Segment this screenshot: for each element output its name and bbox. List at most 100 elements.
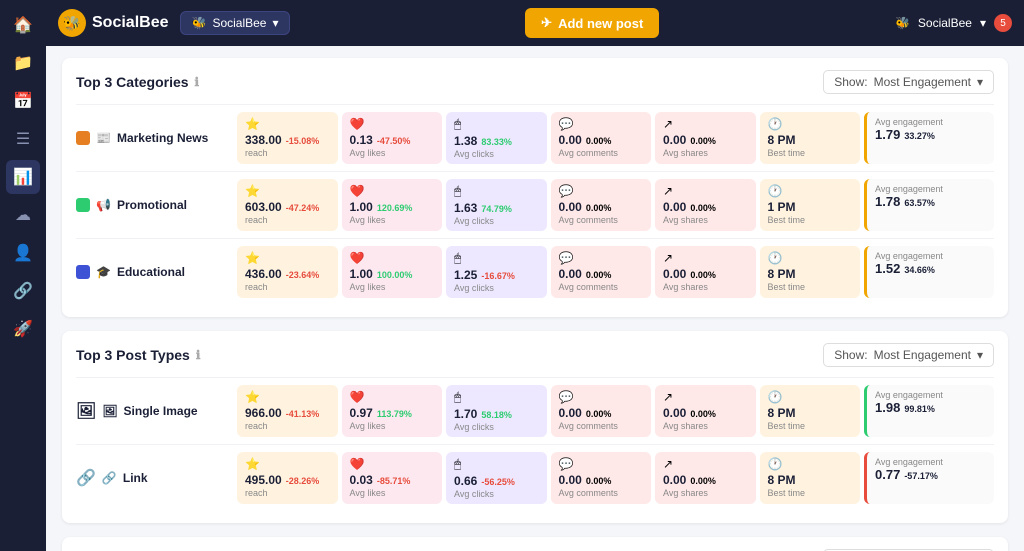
metric-value: 0.00 <box>559 267 582 281</box>
metric-label: Avg clicks <box>454 489 539 499</box>
avg-engagement-label: Avg engagement <box>875 457 986 467</box>
content-area: Top 3 Categories ℹ Show: Most Engagement… <box>46 46 1024 551</box>
category-icon: 🎓 <box>96 265 111 279</box>
category-color <box>76 131 90 145</box>
sidebar-item-home[interactable]: 🏠 <box>6 8 40 42</box>
info-icon-post-types[interactable]: ℹ <box>196 348 201 362</box>
metric-cell: 🖱 1.25 -16.67% Avg clicks <box>446 246 547 298</box>
metric-label: Avg clicks <box>454 149 539 159</box>
row-name: Single Image <box>124 404 198 418</box>
categories-rows: 📰 Marketing News ⭐ 338.00 -15.08% reach … <box>76 104 994 305</box>
metric-cell: 🕐 8 PM Best time <box>760 246 861 298</box>
top3-post-types-section: Top 3 Post Types ℹ Show: Most Engagement… <box>62 331 1008 523</box>
metric-label: Avg comments <box>559 148 644 158</box>
metric-cell: ↗ 0.00 0.00% Avg shares <box>655 385 756 437</box>
categories-header: Top 3 Categories ℹ Show: Most Engagement… <box>76 70 994 94</box>
sidebar-item-folders[interactable]: 📁 <box>6 46 40 80</box>
metric-icon: 🖱 <box>454 390 539 405</box>
metric-change: 120.69% <box>377 203 413 213</box>
bee-logo: 🐝 <box>58 9 86 37</box>
avg-engagement-pct: 34.66% <box>904 265 935 275</box>
metric-value: 338.00 <box>245 133 282 147</box>
sidebar-item-users[interactable]: 👤 <box>6 236 40 270</box>
bee-icon-user: 🐝 <box>895 16 910 30</box>
metric-cell: 🕐 8 PM Best time <box>760 385 861 437</box>
metric-icon: ⭐ <box>245 390 330 404</box>
metric-cell: ❤️ 0.13 -47.50% Avg likes <box>342 112 443 164</box>
bee-icon-small: 🐝 <box>191 16 206 30</box>
metric-cell: 🕐 8 PM Best time <box>760 112 861 164</box>
show-value: Most Engagement <box>874 75 971 89</box>
navbar: 🐝 SocialBee 🐝 SocialBee ▾ ✈ Add new post… <box>46 0 1024 46</box>
avg-engagement-value: 1.78 63.57% <box>875 194 986 209</box>
metric-change: 0.00% <box>690 270 716 280</box>
account-name: SocialBee <box>212 16 266 30</box>
info-icon-categories[interactable]: ℹ <box>195 75 200 89</box>
post-type-icon: 🖼 <box>76 401 96 421</box>
categories-show-selector[interactable]: Show: Most Engagement ▾ <box>823 70 994 94</box>
sidebar-item-list[interactable]: ☰ <box>6 122 40 156</box>
metric-icon: ↗ <box>663 390 748 404</box>
metric-change: 0.00% <box>690 203 716 213</box>
metric-value: 1.38 <box>454 134 477 148</box>
account-selector[interactable]: 🐝 SocialBee ▾ <box>180 11 289 35</box>
metric-change: -56.25% <box>481 477 515 487</box>
data-row: 🎓 Educational ⭐ 436.00 -23.64% reach ❤️ … <box>76 238 994 305</box>
sidebar-item-link[interactable]: 🔗 <box>6 274 40 308</box>
notification-badge[interactable]: 5 <box>994 14 1012 32</box>
metric-value: 0.00 <box>663 267 686 281</box>
chevron-down-icon: ▾ <box>272 16 278 30</box>
metric-label: Avg comments <box>559 488 644 498</box>
notification-count: 5 <box>1000 18 1006 29</box>
metric-cell: ↗ 0.00 0.00% Avg shares <box>655 179 756 231</box>
metric-label: reach <box>245 421 330 431</box>
metric-value: 0.66 <box>454 474 477 488</box>
metric-label: Avg likes <box>350 282 435 292</box>
category-color <box>76 265 90 279</box>
metric-value: 0.00 <box>663 133 686 147</box>
metric-icon: ⭐ <box>245 457 330 471</box>
sidebar-item-rocket[interactable]: 🚀 <box>6 312 40 346</box>
metric-label: Avg likes <box>350 421 435 431</box>
metric-icon: ⭐ <box>245 251 330 265</box>
metric-cell: 💬 0.00 0.00% Avg comments <box>551 452 652 504</box>
sidebar-item-analytics[interactable]: 📊 <box>6 160 40 194</box>
metric-icon: ↗ <box>663 117 748 131</box>
metrics-container: ⭐ 495.00 -28.26% reach ❤️ 0.03 -85.71% A… <box>237 452 994 504</box>
row-label: 🎓 Educational <box>76 265 231 279</box>
metric-cell: ⭐ 495.00 -28.26% reach <box>237 452 338 504</box>
metric-icon: 💬 <box>559 184 644 198</box>
metric-icon: ❤️ <box>350 184 435 198</box>
metric-change: -41.13% <box>286 409 320 419</box>
show-label-pt: Show: <box>834 348 867 362</box>
sidebar-item-calendar[interactable]: 📅 <box>6 84 40 118</box>
metric-label: Best time <box>768 282 853 292</box>
metric-icon: 💬 <box>559 457 644 471</box>
metric-value: 1.00 <box>350 200 373 214</box>
metric-cell: 🖱 1.38 83.33% Avg clicks <box>446 112 547 164</box>
metric-label: Avg shares <box>663 488 748 498</box>
metric-label: Best time <box>768 148 853 158</box>
metric-cell: 💬 0.00 0.00% Avg comments <box>551 112 652 164</box>
post-types-show-selector[interactable]: Show: Most Engagement ▾ <box>823 343 994 367</box>
metric-icon: 🖱 <box>454 457 539 472</box>
row-name: Educational <box>117 265 185 279</box>
avg-engagement: Avg engagement 1.52 34.66% <box>864 246 994 298</box>
add-post-button[interactable]: ✈ Add new post <box>525 8 659 38</box>
metric-value: 8 PM <box>768 133 796 147</box>
sidebar-item-cloud[interactable]: ☁ <box>6 198 40 232</box>
metric-cell: ↗ 0.00 0.00% Avg shares <box>655 246 756 298</box>
metric-label: Avg clicks <box>454 283 539 293</box>
metric-icon: ↗ <box>663 457 748 471</box>
avg-engagement-pct: 33.27% <box>904 131 935 141</box>
metric-cell: 💬 0.00 0.00% Avg comments <box>551 246 652 298</box>
metrics-container: ⭐ 436.00 -23.64% reach ❤️ 1.00 100.00% A… <box>237 246 994 298</box>
metric-cell: 🖱 0.66 -56.25% Avg clicks <box>446 452 547 504</box>
brand: 🐝 SocialBee <box>58 9 168 37</box>
metric-label: Best time <box>768 488 853 498</box>
metric-change: 0.00% <box>690 136 716 146</box>
data-row: 📢 Promotional ⭐ 603.00 -47.24% reach ❤️ … <box>76 171 994 238</box>
metric-value: 966.00 <box>245 406 282 420</box>
post-types-header: Top 3 Post Types ℹ Show: Most Engagement… <box>76 343 994 367</box>
metric-change: 0.00% <box>690 409 716 419</box>
